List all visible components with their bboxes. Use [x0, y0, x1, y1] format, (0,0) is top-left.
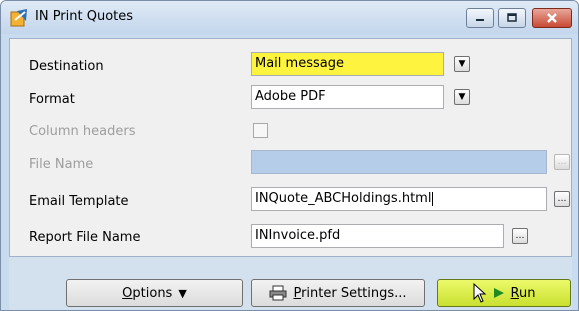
format-value: Adobe PDF — [255, 89, 326, 104]
printer-settings-button[interactable]: Printer Settings... — [251, 279, 425, 307]
ellipsis-icon: … — [557, 156, 567, 167]
email-template-browse-button[interactable]: … — [554, 191, 570, 207]
window-title: IN Print Quotes — [35, 9, 134, 24]
run-button-label: Run — [510, 285, 536, 301]
destination-select[interactable]: Mail message — [251, 52, 444, 76]
title-bar[interactable]: IN Print Quotes — [1, 1, 578, 34]
options-button-label: Options — [122, 285, 173, 301]
app-icon — [10, 9, 27, 27]
triangle-down-icon: ▼ — [178, 286, 187, 300]
close-icon — [547, 13, 557, 23]
button-bar: Options ▼ Printer Settings... Run — [9, 257, 572, 310]
run-button[interactable]: Run — [437, 279, 571, 307]
chevron-down-icon: ▼ — [458, 91, 466, 102]
maximize-icon — [507, 13, 517, 22]
mouse-cursor-icon — [473, 283, 486, 303]
destination-label: Destination — [29, 59, 104, 74]
format-dropdown-button[interactable]: ▼ — [454, 89, 470, 105]
close-button[interactable] — [532, 8, 572, 28]
email-template-value: INQuote_ABCHoldings.html — [255, 191, 432, 206]
print-quotes-window: IN Print Quotes Destination Mail message… — [0, 0, 579, 311]
printer-icon — [269, 285, 287, 301]
destination-dropdown-button[interactable]: ▼ — [454, 56, 470, 72]
column-headers-label: Column headers — [29, 124, 136, 139]
destination-value: Mail message — [255, 56, 344, 71]
ellipsis-icon: … — [515, 230, 525, 241]
file-name-browse-button[interactable]: … — [554, 154, 570, 170]
ellipsis-icon: … — [557, 193, 567, 204]
printer-settings-button-label: Printer Settings... — [293, 285, 407, 301]
file-name-label: File Name — [29, 157, 94, 172]
text-caret — [432, 191, 434, 206]
chevron-down-icon: ▼ — [458, 58, 466, 69]
options-button[interactable]: Options ▼ — [66, 279, 243, 307]
column-headers-checkbox[interactable] — [253, 123, 268, 138]
minimize-button[interactable] — [466, 8, 494, 28]
settings-panel: Destination Mail message ▼ Format Adobe … — [9, 38, 572, 257]
report-file-name-browse-button[interactable]: … — [512, 228, 528, 244]
report-file-name-input[interactable]: INInvoice.pfd — [251, 224, 504, 248]
email-template-label: Email Template — [29, 194, 129, 209]
format-select[interactable]: Adobe PDF — [251, 85, 444, 109]
maximize-button[interactable] — [498, 8, 526, 28]
file-name-input[interactable] — [251, 150, 547, 174]
report-file-name-value: INInvoice.pfd — [255, 228, 341, 243]
format-label: Format — [29, 92, 75, 107]
minimize-icon — [476, 19, 484, 21]
play-icon — [493, 288, 504, 298]
report-file-name-label: Report File Name — [29, 230, 141, 245]
email-template-input[interactable]: INQuote_ABCHoldings.html — [251, 187, 547, 211]
